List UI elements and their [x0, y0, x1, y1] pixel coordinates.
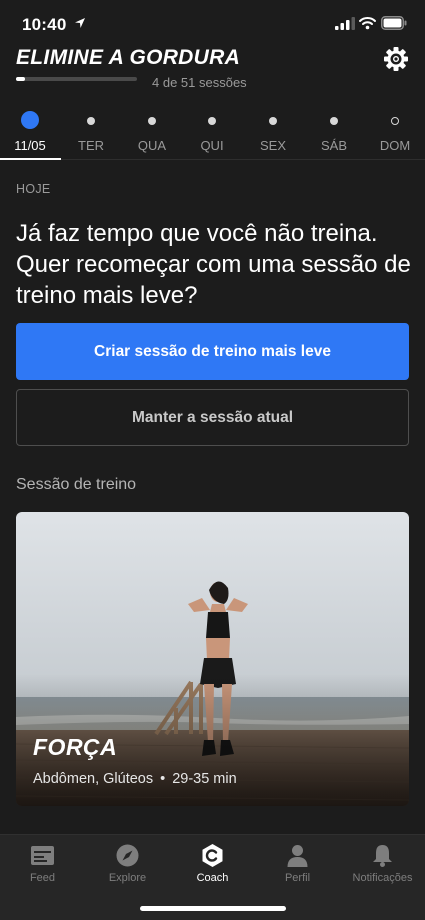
session-dot	[148, 117, 156, 125]
plan-progress-bar	[16, 77, 137, 81]
selected-day-indicator	[0, 158, 61, 160]
bell-icon	[373, 845, 392, 867]
tab-explore[interactable]: Explore	[85, 835, 170, 895]
day-tab-dom[interactable]: DOM	[365, 104, 425, 160]
compass-icon	[116, 844, 139, 867]
restart-prompt: Já faz tempo que você não treina. Quer r…	[16, 220, 411, 309]
day-tab-qua[interactable]: QUA	[122, 104, 182, 160]
rest-day-dot	[391, 117, 399, 125]
tab-label: Coach	[196, 872, 229, 884]
day-tab-sab[interactable]: SÁB	[304, 104, 364, 160]
day-tab-today[interactable]: 11/05	[0, 104, 60, 160]
workout-card[interactable]: FORÇA Abdômen, Glúteos • 29-35 min	[16, 512, 409, 806]
cellular-signal-icon	[335, 17, 355, 30]
session-dot	[87, 117, 95, 125]
workout-meta: Abdômen, Glúteos • 29-35 min	[33, 771, 237, 787]
workout-duration: 29-35 min	[172, 771, 237, 787]
tab-label: Feed	[29, 872, 56, 884]
tab-label: Perfil	[284, 872, 311, 884]
day-label: SÁB	[320, 138, 347, 153]
plan-progress-fill	[16, 77, 26, 81]
workout-name: FORÇA	[33, 734, 118, 760]
day-label: TER	[78, 138, 104, 153]
day-tab-sex[interactable]: SEX	[243, 104, 303, 160]
workout-focus: Abdômen, Glúteos	[33, 771, 154, 787]
tab-label: Notificações	[352, 872, 413, 884]
status-time: 10:40	[22, 15, 67, 34]
workout-photo	[16, 512, 409, 806]
wifi-icon	[359, 17, 376, 30]
tab-coach[interactable]: Coach	[170, 835, 255, 895]
today-label: HOJE	[16, 182, 51, 196]
meta-separator: •	[160, 771, 166, 787]
session-dot	[269, 117, 277, 125]
day-tab-qui[interactable]: QUI	[182, 104, 242, 160]
status-bar: 10:40	[0, 0, 425, 46]
day-label: QUA	[137, 138, 167, 153]
create-lighter-session-button[interactable]: Criar sessão de treino mais leve	[16, 323, 409, 380]
current-day-dot	[21, 111, 39, 129]
home-indicator	[140, 906, 286, 911]
day-label: 11/05	[14, 138, 46, 153]
day-tab-ter[interactable]: TER	[61, 104, 121, 160]
day-label: SEX	[259, 138, 286, 153]
week-day-selector: 11/05 TER QUA QUI SEX SÁB DOM	[0, 104, 425, 160]
feed-icon	[31, 846, 54, 865]
coach-icon	[202, 844, 223, 867]
day-label: DOM	[379, 138, 411, 153]
day-label: QUI	[200, 138, 224, 153]
session-dot	[208, 117, 216, 125]
tab-notifications[interactable]: Notificações	[340, 835, 425, 895]
tab-label: Explore	[108, 872, 147, 884]
sessions-count: 4 de 51 sessões	[152, 75, 247, 90]
profile-icon	[287, 845, 308, 867]
plan-title: ELIMINE A GORDURA	[16, 46, 241, 69]
tab-profile[interactable]: Perfil	[255, 835, 340, 895]
location-arrow-icon	[75, 18, 85, 28]
tab-feed[interactable]: Feed	[0, 835, 85, 895]
battery-icon	[381, 16, 407, 30]
section-title: Sessão de treino	[16, 476, 137, 493]
session-dot	[330, 117, 338, 125]
keep-current-session-button[interactable]: Manter a sessão atual	[16, 389, 409, 446]
gear-icon[interactable]	[381, 44, 411, 74]
